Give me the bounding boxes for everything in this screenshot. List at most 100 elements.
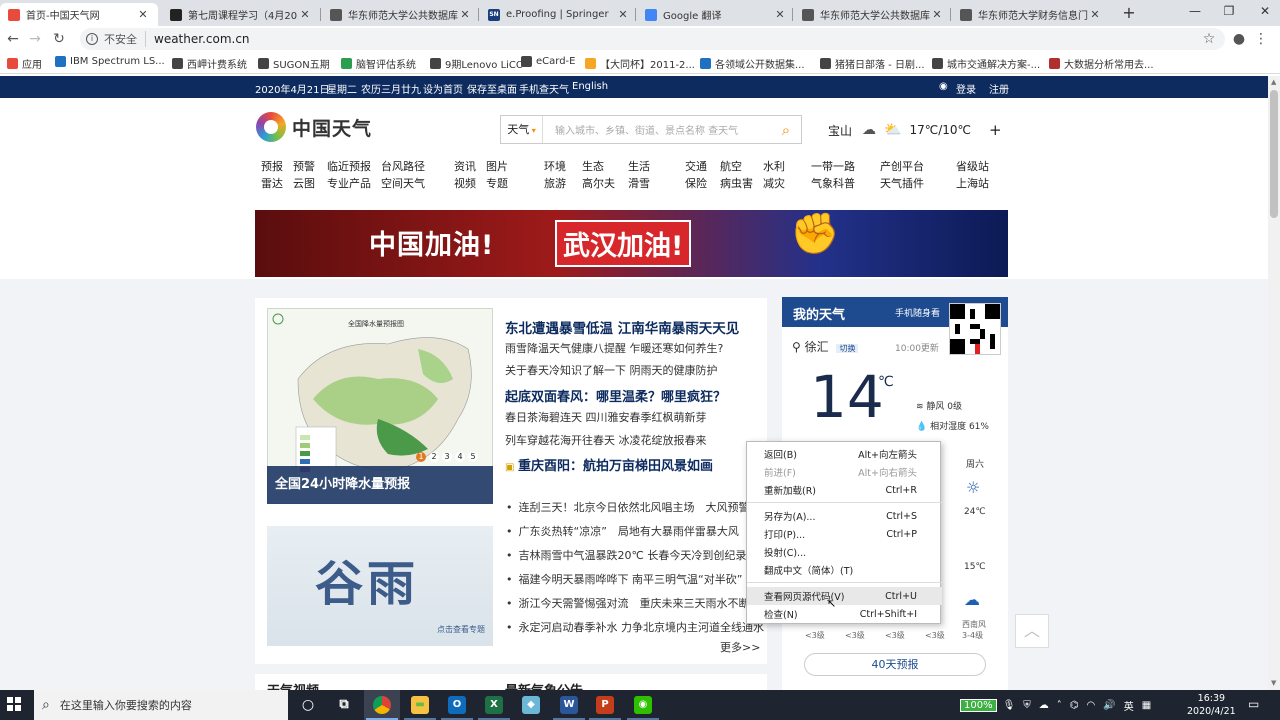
- browser-tab[interactable]: 华东师范大学公共数据库平…✕: [322, 3, 480, 26]
- map-page-dot[interactable]: 2: [429, 452, 439, 462]
- browser-tab[interactable]: 首页-中国天气网 ✕: [0, 3, 158, 26]
- chevron-up-icon[interactable]: ˄: [1057, 700, 1062, 711]
- nav-link[interactable]: 高尔夫: [582, 175, 615, 192]
- nav-link[interactable]: 空间天气: [381, 175, 425, 192]
- browser-tab[interactable]: 华东师范大学公共数据库平…✕: [794, 3, 952, 26]
- nav-link[interactable]: 生态: [582, 158, 615, 175]
- context-menu-item[interactable]: 重新加载(R) Ctrl+R: [747, 481, 942, 499]
- set-home-link[interactable]: 设为首页: [423, 81, 463, 96]
- search-input[interactable]: 输入城市、乡镇、街道、景点名称 查天气: [543, 122, 771, 137]
- nav-link[interactable]: 视频: [454, 175, 476, 192]
- keyboard-icon[interactable]: ▦: [1142, 700, 1151, 711]
- forecast-40-button[interactable]: 40天预报: [804, 653, 986, 676]
- maximize-window-button[interactable]: ❐: [1214, 4, 1244, 18]
- context-menu-item[interactable]: 前进(F) Alt+向右箭头: [747, 463, 942, 481]
- network-icon[interactable]: ⌬: [1070, 700, 1079, 711]
- bookmark-item[interactable]: 应用: [7, 56, 42, 71]
- app-icon[interactable]: ◆: [522, 696, 540, 714]
- mic-icon[interactable]: 🎙: [1003, 700, 1016, 711]
- nav-link[interactable]: 一带一路: [811, 158, 855, 175]
- bookmark-item[interactable]: 西岬计费系统: [172, 56, 247, 71]
- nav-link[interactable]: 产创平台: [880, 158, 924, 175]
- tab-close-icon[interactable]: ✕: [458, 8, 472, 21]
- nav-link[interactable]: 省级站: [956, 158, 989, 175]
- forward-icon[interactable]: →: [26, 30, 44, 48]
- nav-link[interactable]: 预警: [293, 158, 315, 175]
- headline-link[interactable]: 东北遭遇暴雪低温 江南华南暴雨天天见: [505, 317, 739, 337]
- save-desktop-link[interactable]: 保存至桌面: [467, 81, 517, 96]
- minimize-window-button[interactable]: —: [1180, 4, 1210, 18]
- cloud-icon[interactable]: ☁: [1039, 700, 1049, 711]
- cortana-icon[interactable]: ○: [299, 696, 317, 714]
- context-menu-item[interactable]: 打印(P)... Ctrl+P: [747, 525, 942, 543]
- back-to-top-button[interactable]: ︿: [1015, 614, 1049, 648]
- nav-link[interactable]: 保险: [685, 175, 707, 192]
- promo-banner[interactable]: 中国加油! 武汉加油! ✊: [255, 210, 1008, 277]
- nav-link[interactable]: 资讯: [454, 158, 476, 175]
- login-link[interactable]: 登录: [956, 81, 976, 96]
- headline-link[interactable]: 起底双面春风：哪里温柔？哪里疯狂？: [505, 386, 726, 405]
- powerpoint-icon[interactable]: P: [596, 696, 614, 714]
- windows-start-icon[interactable]: [7, 697, 21, 711]
- word-icon[interactable]: W: [560, 696, 578, 714]
- address-bar[interactable]: i 不安全 weather.com.cn: [80, 28, 1225, 50]
- file-explorer-icon[interactable]: ▬: [411, 696, 429, 714]
- register-link[interactable]: 注册: [989, 81, 1009, 96]
- task-view-icon[interactable]: ⧉: [335, 696, 353, 714]
- nav-link[interactable]: 旅游: [544, 175, 566, 192]
- tab-close-icon[interactable]: ✕: [136, 8, 150, 21]
- menu-icon[interactable]: ⋮: [1252, 30, 1270, 48]
- battery-indicator[interactable]: 100%: [960, 698, 997, 712]
- nav-link[interactable]: 上海站: [956, 175, 989, 192]
- excel-icon[interactable]: X: [485, 696, 503, 714]
- volume-icon[interactable]: 🔊: [1103, 700, 1115, 711]
- nav-link[interactable]: 专业产品: [327, 175, 371, 192]
- nav-link[interactable]: 交通: [685, 158, 707, 175]
- context-menu-item[interactable]: 查看网页源代码(V) Ctrl+U: [747, 587, 942, 605]
- outlook-icon[interactable]: O: [448, 696, 466, 714]
- nav-link[interactable]: 生活: [628, 158, 650, 175]
- nav-link[interactable]: 图片: [486, 158, 508, 175]
- scroll-thumb[interactable]: [1270, 90, 1278, 218]
- context-menu-item[interactable]: 检查(N) Ctrl+Shift+I: [747, 605, 942, 623]
- nav-link[interactable]: 临近预报: [327, 158, 371, 175]
- solar-term-link[interactable]: 点击查看专题: [437, 624, 485, 635]
- headline-link[interactable]: ▣ 重庆酉阳：航拍万亩梯田风景如画: [505, 455, 713, 474]
- bookmark-item[interactable]: IBM Spectrum LS...: [55, 56, 165, 67]
- context-menu-item[interactable]: 投射(C)...: [747, 543, 942, 561]
- tab-close-icon[interactable]: ✕: [930, 8, 944, 21]
- map-caption[interactable]: 全国24小时降水量预报: [267, 466, 493, 504]
- nav-link[interactable]: 天气插件: [880, 175, 924, 192]
- bookmark-item[interactable]: 【大同杯】2011-2...: [585, 56, 695, 71]
- current-location[interactable]: 宝山 ☁ ⛅ 17℃/10℃ +: [828, 121, 1002, 139]
- nav-link[interactable]: 预报: [261, 158, 283, 175]
- news-item[interactable]: 连刮三天！北京今日依然北风唱主场 大风预警: [506, 499, 750, 515]
- news-item[interactable]: 吉林雨雪中气温暴跌20℃ 长春今天冷到创纪录: [506, 547, 747, 563]
- url-text[interactable]: weather.com.cn: [154, 32, 250, 46]
- headline-link[interactable]: 列车穿越花海开往春天 冰凌花绽放报春来: [505, 432, 707, 448]
- star-icon[interactable]: ☆: [1200, 30, 1218, 48]
- news-item[interactable]: 永定河启动春季补水 力争北京境内主河道全线通水: [506, 619, 765, 635]
- profile-icon[interactable]: ●: [1230, 30, 1248, 48]
- bookmark-item[interactable]: 大数据分析常用去...: [1049, 56, 1154, 71]
- back-icon[interactable]: ←: [4, 30, 22, 48]
- switch-city-button[interactable]: 切换: [836, 344, 859, 353]
- bookmark-item[interactable]: eCard-E: [521, 56, 575, 67]
- nav-link[interactable]: 减灾: [763, 175, 785, 192]
- my-weather-location[interactable]: ⚲ 徐汇 切换: [792, 338, 859, 355]
- info-icon[interactable]: i: [86, 33, 98, 45]
- headline-link[interactable]: 关于春天冷知识了解一下 阴雨天的健康防护: [505, 362, 718, 378]
- wechat-icon[interactable]: ◉: [634, 696, 652, 714]
- nav-link[interactable]: 环境: [544, 158, 566, 175]
- headline-link[interactable]: 春日茶海碧连天 四川雅安春季红枫萌新芽: [505, 409, 707, 425]
- browser-tab[interactable]: SN e.Proofing | Springer ✕: [480, 3, 638, 26]
- nav-link[interactable]: 病虫害: [720, 175, 753, 192]
- english-link[interactable]: English: [572, 81, 608, 92]
- tab-close-icon[interactable]: ✕: [1088, 8, 1102, 21]
- nav-link[interactable]: 滑雪: [628, 175, 650, 192]
- nav-link[interactable]: 台风路径: [381, 158, 425, 175]
- nav-link[interactable]: 云图: [293, 175, 315, 192]
- more-link[interactable]: 更多>>: [720, 639, 760, 655]
- news-item[interactable]: 福建今明天暴雨哗哗下 南平三明气温“对半砍”: [506, 571, 743, 587]
- new-tab-button[interactable]: +: [1121, 4, 1137, 22]
